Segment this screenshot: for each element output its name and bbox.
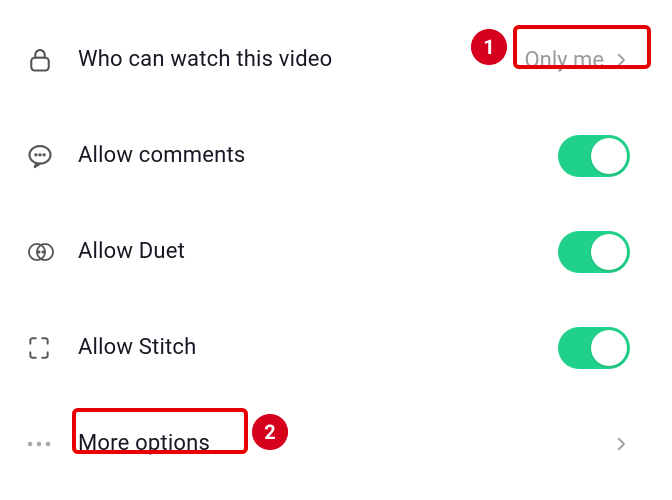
allow-comments-label: Allow comments <box>78 143 558 169</box>
more-options-row[interactable]: More options <box>18 396 654 492</box>
allow-comments-row: Allow comments <box>18 108 654 204</box>
allow-stitch-row: Allow Stitch <box>18 300 654 396</box>
allow-stitch-label: Allow Stitch <box>78 335 558 361</box>
allow-duet-row: Allow Duet <box>18 204 654 300</box>
stitch-icon <box>18 334 78 362</box>
post-settings-panel: Who can watch this video Only me Allow c… <box>0 0 672 500</box>
visibility-label: Who can watch this video <box>78 47 525 73</box>
allow-comments-toggle[interactable] <box>558 135 630 177</box>
allow-duet-label: Allow Duet <box>78 239 558 265</box>
allow-duet-toggle[interactable] <box>558 231 630 273</box>
more-options-label: More options <box>78 431 610 457</box>
chevron-right-icon <box>612 435 630 453</box>
visibility-row[interactable]: Who can watch this video Only me <box>18 12 654 108</box>
more-icon <box>18 439 78 449</box>
comment-icon <box>18 142 78 170</box>
lock-icon <box>18 46 78 74</box>
allow-stitch-toggle[interactable] <box>558 327 630 369</box>
visibility-value: Only me <box>525 48 604 73</box>
chevron-right-icon <box>612 51 630 69</box>
duet-icon <box>18 238 78 266</box>
